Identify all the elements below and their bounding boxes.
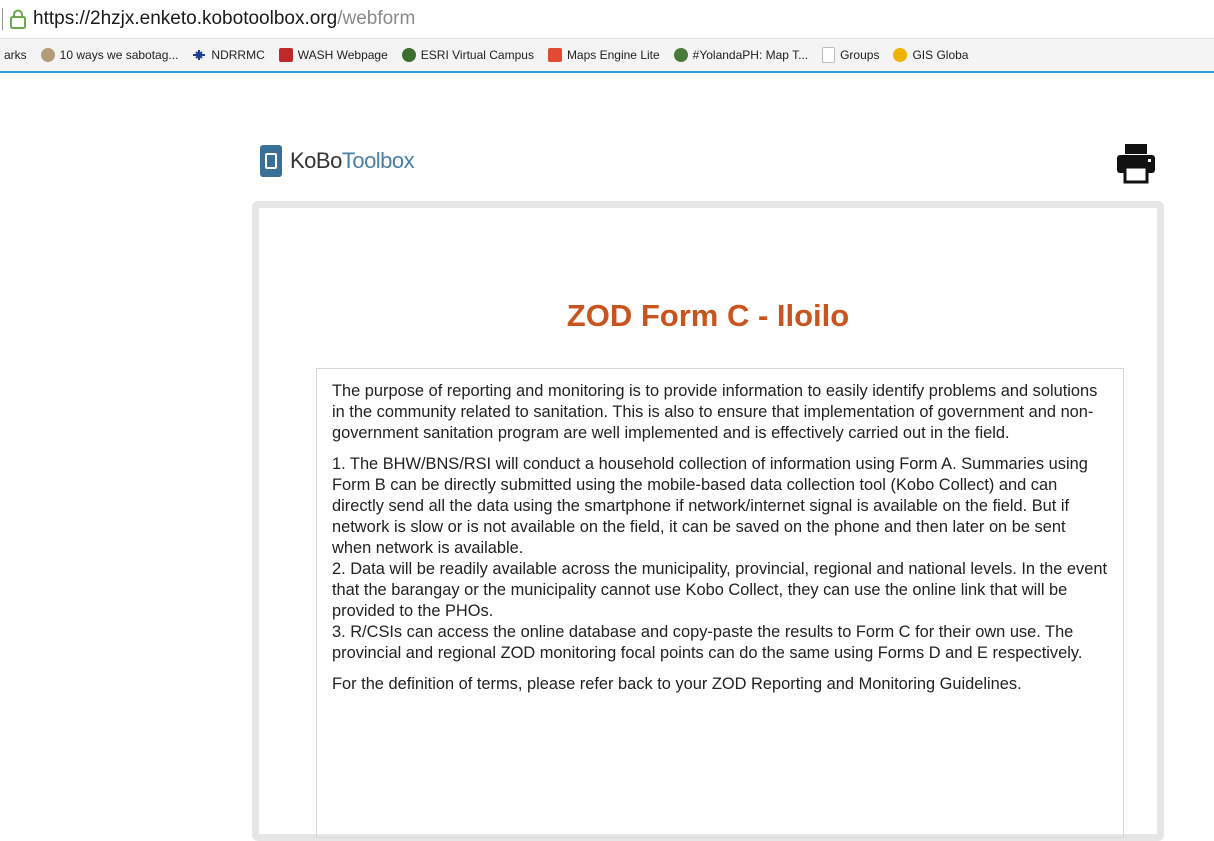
logo-toolbox: Toolbox	[341, 148, 415, 173]
url-path[interactable]: /webform	[337, 8, 415, 30]
sun-icon	[893, 48, 908, 62]
bookmark-maps-engine-lite[interactable]: Maps Engine Lite	[547, 48, 660, 62]
form-title: ZOD Form C - Iloilo	[566, 298, 850, 333]
intro-item-1: 1. The BHW/BNS/RSI will conduct a househ…	[332, 455, 1088, 557]
bookmarks-bar: arks 10 ways we sabotag... NDRRMC WASH W…	[0, 38, 1214, 74]
intro-purpose-paragraph: The purpose of reporting and monitoring …	[332, 382, 1098, 442]
globe-icon	[673, 48, 688, 62]
logo-kobo: KoBo	[290, 148, 342, 173]
map-pin-icon	[547, 48, 562, 62]
bookmark-esri-virtual-campus[interactable]: ESRI Virtual Campus	[401, 48, 534, 62]
intro-definition-note: For the definition of terms, please refe…	[332, 675, 1022, 693]
document-icon	[822, 47, 836, 63]
plane-icon	[193, 50, 206, 60]
bookmark-wash-webpage[interactable]: WASH Webpage	[278, 48, 388, 62]
bookmark-label: NDRRMC	[211, 48, 265, 62]
page: KoBoToolbox ZOD Form C - Iloilo The purp…	[0, 73, 1214, 841]
bookmark-label: arks	[4, 48, 27, 62]
bookmark-label: WASH Webpage	[297, 48, 388, 62]
bookmark-label: Maps Engine Lite	[566, 48, 660, 62]
bookmark-bookmarks-truncated[interactable]: arks	[4, 48, 27, 62]
address-bar-divider	[2, 8, 3, 30]
bookmark-label: ESRI Virtual Campus	[420, 48, 534, 62]
url-host[interactable]: https://2hzjx.enketo.kobotoolbox.org	[33, 8, 337, 30]
kobotoolbox-logo[interactable]: KoBoToolbox	[260, 145, 415, 177]
lock-icon	[10, 9, 26, 29]
bookmark-label: 10 ways we sabotag...	[59, 48, 179, 62]
address-bar[interactable]: https://2hzjx.enketo.kobotoolbox.org/web…	[0, 0, 1214, 38]
form-card: ZOD Form C - Iloilo The purpose of repor…	[252, 201, 1164, 841]
bookmark-yolandaph[interactable]: #YolandaPH: Map T...	[673, 48, 809, 62]
bookmark-label: GIS Globa	[912, 48, 969, 62]
intro-item-2: 2. Data will be readily available across…	[332, 560, 1108, 620]
bookmark-groups[interactable]: Groups	[822, 47, 879, 63]
kobo-logo-icon	[260, 145, 282, 177]
print-icon[interactable]	[1114, 141, 1158, 185]
globe-icon	[401, 48, 416, 62]
form-intro-note: The purpose of reporting and monitoring …	[316, 368, 1124, 838]
bookmark-ndrrmc[interactable]: NDRRMC	[192, 48, 265, 62]
logo-text: KoBoToolbox	[290, 148, 415, 174]
bookmark-label: Groups	[840, 48, 880, 62]
intro-item-3: 3. R/CSIs can access the online database…	[332, 623, 1083, 662]
gear-icon	[40, 48, 55, 62]
bookmark-10-ways[interactable]: 10 ways we sabotag...	[40, 48, 179, 62]
hr-icon	[278, 48, 293, 62]
bookmark-label: #YolandaPH: Map T...	[692, 48, 809, 62]
bookmark-gis-global[interactable]: GIS Globa	[893, 48, 968, 62]
